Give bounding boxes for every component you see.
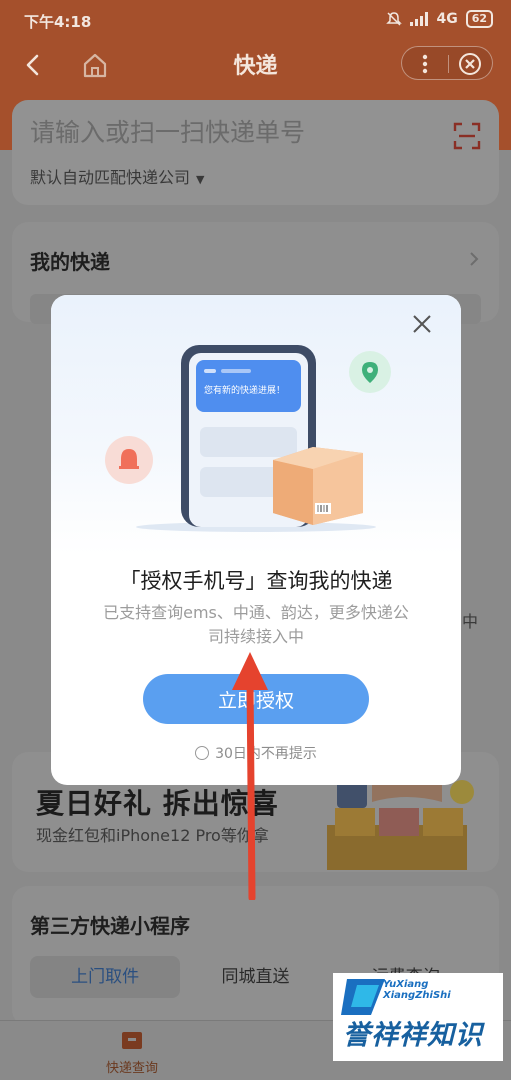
radio-icon[interactable] bbox=[195, 746, 210, 760]
close-icon[interactable] bbox=[411, 313, 433, 335]
watermark-latin: YuXiang XiangZhiShi bbox=[383, 979, 451, 1001]
watermark-logo: YuXiang XiangZhiShi 誉祥祥知识 bbox=[333, 973, 503, 1061]
dialog-title: 「授权手机号」查询我的快递 bbox=[119, 569, 393, 593]
dialog-description-line1: 已支持查询ems、中通、韵达，更多快递公 bbox=[103, 603, 409, 622]
dialog-description: 已支持查询ems、中通、韵达，更多快递公 司持续接入中 bbox=[91, 601, 421, 649]
watermark-emblem bbox=[341, 979, 385, 1015]
modal-overlay: 您有新的快递进展！ 「授权手机号」查询我的快递 已支持查询ems、中通、韵达，更… bbox=[0, 0, 511, 1080]
red-arrow-annotation bbox=[232, 652, 268, 900]
watermark-line1: YuXiang bbox=[383, 979, 429, 990]
phone-package-illustration: 您有新的快递进展！ bbox=[105, 345, 391, 532]
notification-bubble-text: 您有新的快递进展！ bbox=[204, 384, 285, 396]
dialog-description-line2: 司持续接入中 bbox=[207, 627, 304, 646]
bell-icon bbox=[121, 449, 137, 467]
watermark-brand: 誉祥祥知识 bbox=[343, 1020, 483, 1051]
watermark-line2: XiangZhiShi bbox=[383, 990, 451, 1001]
